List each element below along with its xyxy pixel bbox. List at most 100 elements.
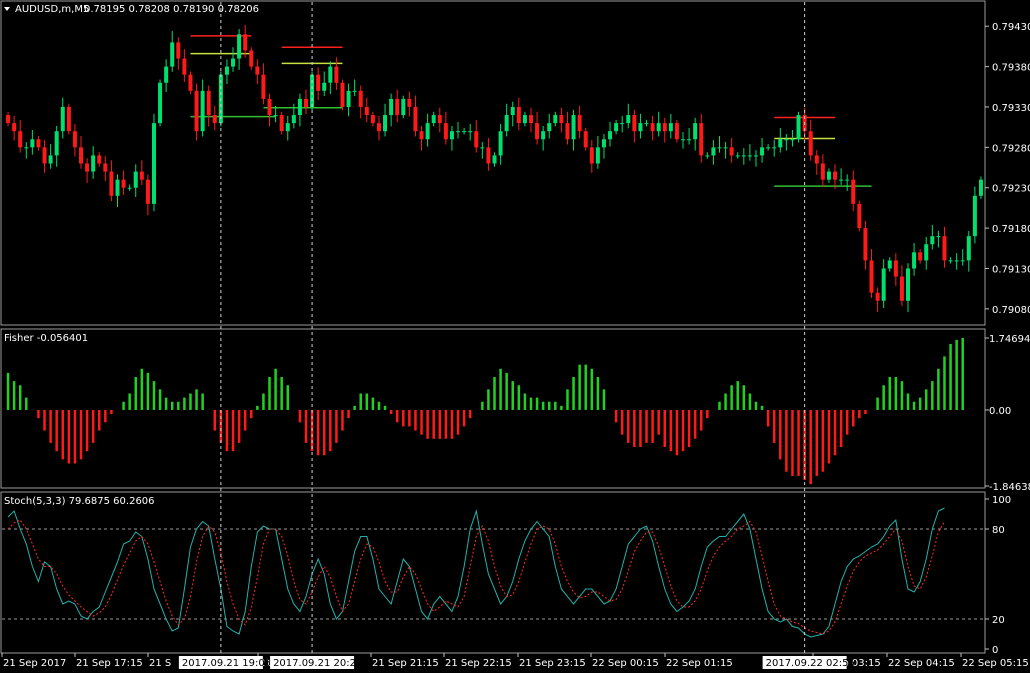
candle-body-71 (437, 115, 442, 124)
candle-body-158 (966, 236, 971, 261)
candle-body-109 (668, 123, 673, 132)
candle-body-84 (516, 106, 521, 124)
candle-body-112 (687, 139, 692, 141)
cursor-time-label-0: 2017.09.21 19:05 (182, 658, 271, 669)
candle-body-64 (395, 98, 400, 116)
time-tick-label-11: 22 Sep 05:15 (962, 658, 1029, 669)
candle-body-65 (401, 98, 406, 116)
candle-body-17 (109, 171, 114, 196)
symbol-title: AUDUSD,m,M5 (15, 4, 89, 15)
candle-body-92 (565, 123, 570, 140)
candle-body-33 (206, 90, 211, 116)
candle-body-107 (656, 123, 661, 132)
candle-body-105 (644, 123, 649, 125)
cursor-time-label-2: 2017.09.22 02:55 (766, 658, 855, 669)
candle-body-108 (662, 123, 667, 132)
candle-body-93 (571, 115, 576, 140)
candle-body-21 (133, 171, 138, 188)
candle-body-153 (936, 236, 941, 238)
candle-body-150 (918, 252, 923, 261)
candle-body-157 (960, 260, 965, 262)
candle-body-0 (6, 115, 11, 124)
candle-body-99 (608, 131, 613, 140)
candle-body-151 (924, 244, 929, 261)
cursor-time-label-1: 2017.09.21 20:20 (273, 658, 362, 669)
candle-body-38 (237, 34, 242, 59)
fisher-tick-label-2: -1.846386 (989, 482, 1030, 493)
fisher-tick-label-1: 0.00 (989, 406, 1011, 417)
candle-body-31 (194, 90, 199, 132)
candle-body-140 (857, 203, 862, 229)
candle-body-18 (115, 179, 120, 196)
candle-body-106 (650, 123, 655, 132)
candle-body-56 (346, 90, 351, 107)
candle-body-126 (772, 147, 777, 149)
time-tick-label-5: 21 Sep 22:15 (445, 658, 512, 669)
candle-body-7 (48, 155, 53, 164)
candle-body-111 (681, 139, 686, 141)
candle-body-114 (699, 123, 704, 156)
candle-body-57 (352, 90, 357, 92)
candle-body-32 (200, 90, 205, 132)
candle-body-145 (887, 260, 892, 269)
candle-body-95 (583, 131, 588, 148)
candle-body-19 (121, 179, 126, 188)
candle-body-1 (12, 123, 17, 132)
candle-body-85 (522, 115, 527, 124)
candle-body-60 (370, 115, 375, 124)
fisher-title: Fisher -0.056401 (4, 333, 88, 344)
candle-body-34 (212, 115, 217, 124)
candle-body-129 (790, 139, 795, 141)
candle-body-59 (364, 106, 369, 116)
time-tick-label-0: 21 Sep 2017 (3, 658, 66, 669)
candle-body-48 (297, 98, 302, 116)
candle-body-149 (912, 252, 917, 269)
candle-body-96 (589, 147, 594, 164)
candle-body-68 (419, 131, 424, 140)
candle-body-123 (753, 155, 758, 157)
candle-body-77 (474, 131, 479, 148)
candle-body-144 (881, 268, 886, 301)
candle-body-130 (796, 115, 801, 140)
candle-body-117 (717, 147, 722, 149)
candle-body-121 (741, 155, 746, 157)
candle-body-74 (456, 131, 461, 133)
time-tick-label-2: 21 S (149, 658, 171, 669)
candle-body-8 (54, 131, 59, 156)
candle-body-155 (948, 260, 953, 262)
candle-body-102 (626, 115, 631, 124)
candle-body-83 (510, 106, 515, 116)
candle-body-14 (91, 155, 96, 172)
candle-body-69 (425, 123, 430, 140)
candle-body-76 (468, 131, 473, 133)
candle-body-11 (72, 131, 77, 148)
candle-body-67 (413, 106, 418, 132)
candle-body-36 (224, 66, 229, 75)
trading-chart[interactable]: 0.79430 0.79380 0.79330 0.79280 0.79230 0.791… (0, 0, 1030, 673)
candle-body-10 (66, 106, 71, 132)
candle-body-136 (833, 171, 838, 180)
candle-body-148 (905, 268, 910, 301)
candle-body-13 (85, 163, 90, 172)
candle-body-91 (559, 115, 564, 124)
candle-body-27 (170, 42, 175, 67)
candle-body-128 (784, 139, 789, 141)
candle-body-132 (808, 131, 813, 156)
candle-body-97 (595, 147, 600, 164)
candle-body-160 (978, 179, 983, 196)
candle-body-15 (97, 155, 102, 164)
candle-body-103 (632, 115, 637, 132)
candle-body-86 (528, 115, 533, 124)
candle-body-141 (863, 228, 868, 261)
candle-body-62 (383, 115, 388, 132)
time-tick-label-1: 21 Sep 17:15 (76, 658, 143, 669)
candle-body-26 (164, 66, 169, 83)
candle-body-89 (547, 123, 552, 132)
candle-body-23 (145, 179, 150, 204)
candle-body-113 (693, 123, 698, 140)
candle-body-119 (729, 147, 734, 156)
candle-body-87 (535, 123, 540, 140)
time-tick-label-8: 22 Sep 01:15 (666, 658, 733, 669)
price-tick-label-3: 0.79280 (992, 143, 1030, 154)
price-tick-label-6: 0.79130 (992, 264, 1030, 275)
